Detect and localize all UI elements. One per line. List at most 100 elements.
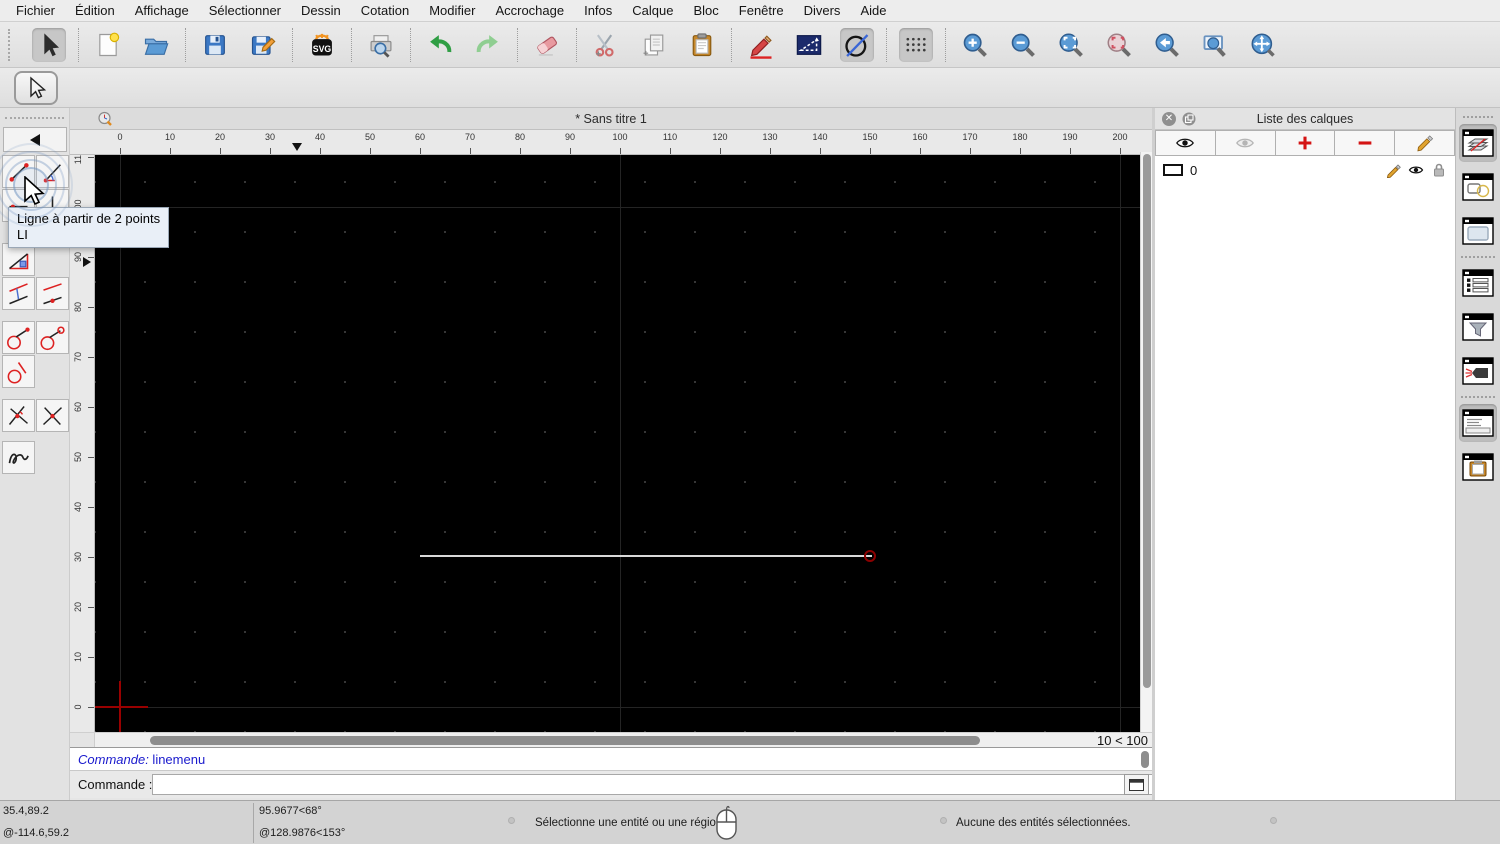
zoom-selected-button[interactable] [1102,28,1136,62]
save-button[interactable] [198,28,232,62]
print-preview-button[interactable] [364,28,398,62]
line-tangent-point-tool-button[interactable] [2,321,35,354]
block-list-widget-toggle-button[interactable] [1459,168,1497,206]
library-widget-toggle-button[interactable] [1459,212,1497,250]
hruler-label: 70 [464,132,475,142]
zoom-out-button[interactable] [1006,28,1040,62]
line-bisector-icon [8,406,28,425]
line-tangent-circles-tool-button[interactable] [36,321,69,354]
line-tangent-orthogonal-tool-button[interactable] [2,355,35,388]
undo-icon [430,34,452,52]
save-as-button[interactable] [246,28,280,62]
draw-pencil-button[interactable] [744,28,778,62]
layer-list-widget-toggle-button[interactable] [1459,124,1497,162]
menu-cotation[interactable]: Cotation [351,0,419,22]
secondary-toolbar [0,68,1500,108]
command-history-line: Commande: linemenu [78,748,205,771]
line-entity[interactable] [420,555,872,557]
hruler-label: 100 [612,132,628,142]
zoom-previous-icon [1155,33,1179,57]
vruler-label: 60 [73,402,83,413]
zoom-window-button[interactable] [1198,28,1232,62]
menu-modifier[interactable]: Modifier [419,0,485,22]
menu-fichier[interactable]: Fichier [6,0,65,22]
layer-lock-icon[interactable] [1431,162,1447,178]
delete-eraser-button[interactable] [530,28,564,62]
command-window-toggle-button[interactable] [1124,774,1149,795]
hruler-label: 140 [812,132,828,142]
horizontal-scrollbar[interactable]: 10 < 100 [70,732,1152,748]
selection-arrow-button[interactable] [32,27,66,62]
palette-drag-handle[interactable] [5,117,64,119]
layer-edit-pencil-icon[interactable] [1385,162,1401,178]
hruler-label: 20 [214,132,225,142]
grid-toggle-button[interactable] [899,27,933,62]
command-input[interactable] [152,774,1192,795]
mouse-hint-icon [716,805,737,840]
filter-widget-toggle-button[interactable] [1459,308,1497,346]
command-history-prefix: Commande: [78,752,149,767]
layer-row[interactable]: 0 [1155,158,1455,182]
drawing-canvas[interactable] [95,155,1140,732]
menu-bloc[interactable]: Bloc [683,0,728,22]
layer-name: 0 [1190,162,1198,178]
menu-infos[interactable]: Infos [574,0,622,22]
undo-button[interactable] [423,28,457,62]
menu-dessin[interactable]: Dessin [291,0,351,22]
line-parallel-point-tool-button[interactable] [36,277,69,310]
zoom-auto-icon [1059,33,1083,57]
iso-view-button[interactable] [792,28,826,62]
cut-icon [595,33,614,57]
menu-divers[interactable]: Divers [794,0,851,22]
copy-button[interactable] [637,28,671,62]
hruler-tick [570,148,571,154]
origin-crosshair-v [119,681,121,732]
hide-all-layers-button[interactable] [1215,130,1276,156]
svg-export-button[interactable]: SVG [305,28,339,62]
zoom-pan-button[interactable] [1246,28,1280,62]
vruler-label: 50 [73,452,83,463]
zoom-auto-button[interactable] [1054,28,1088,62]
cut-button[interactable] [589,28,623,62]
meta-grid-vline [1120,155,1121,732]
line-bisector-tool-button[interactable] [2,399,35,432]
selection-pointer-button[interactable] [14,71,58,105]
polar-absolute: 95.9677<68° [259,805,322,817]
menu-accrochage[interactable]: Accrochage [485,0,574,22]
history-scrollbar-thumb[interactable] [1141,751,1149,768]
line-freehand-tool-button[interactable] [2,441,35,474]
line-orthogonal-tool-button[interactable] [36,399,69,432]
remove-layer-button[interactable] [1335,130,1396,156]
mouse-cursor [24,176,45,206]
menu-aide[interactable]: Aide [850,0,896,22]
tooltip-shortcut: LI [17,227,28,242]
vertical-scrollbar-thumb[interactable] [1143,154,1151,688]
line-tangent-circles-icon [40,326,65,351]
layer-visibility-eye-icon[interactable] [1408,162,1424,178]
horizontal-scrollbar-thumb[interactable] [150,736,980,745]
paste-button[interactable] [685,28,719,62]
layer-color-swatch[interactable] [1163,164,1183,176]
zoom-previous-button[interactable] [1150,28,1184,62]
menu-affichage[interactable]: Affichage [125,0,199,22]
pen-widget-toggle-button[interactable] [1459,352,1497,390]
menu-selectionner[interactable]: Sélectionner [199,0,291,22]
vertical-scrollbar[interactable] [1140,152,1152,737]
edit-layer-button[interactable] [1395,130,1455,156]
zoom-in-button[interactable] [958,28,992,62]
line-parallel-tool-button[interactable] [2,277,35,310]
redo-button[interactable] [471,28,505,62]
open-file-button[interactable] [139,28,173,62]
menu-calque[interactable]: Calque [622,0,683,22]
menu-edition[interactable]: Édition [65,0,125,22]
new-document-button[interactable] [91,28,125,62]
menu-fenetre[interactable]: Fenêtre [729,0,794,22]
entity-list-widget-toggle-button[interactable] [1459,264,1497,302]
dock-drag-handle[interactable] [1463,116,1493,118]
toolbar-group: SVG [293,28,351,62]
add-layer-button[interactable] [1275,130,1336,156]
draft-mode-button[interactable] [840,27,874,62]
command-widget-toggle-button[interactable] [1459,404,1497,442]
show-all-layers-button[interactable] [1155,130,1216,156]
clipboard-widget-toggle-button[interactable] [1459,448,1497,486]
